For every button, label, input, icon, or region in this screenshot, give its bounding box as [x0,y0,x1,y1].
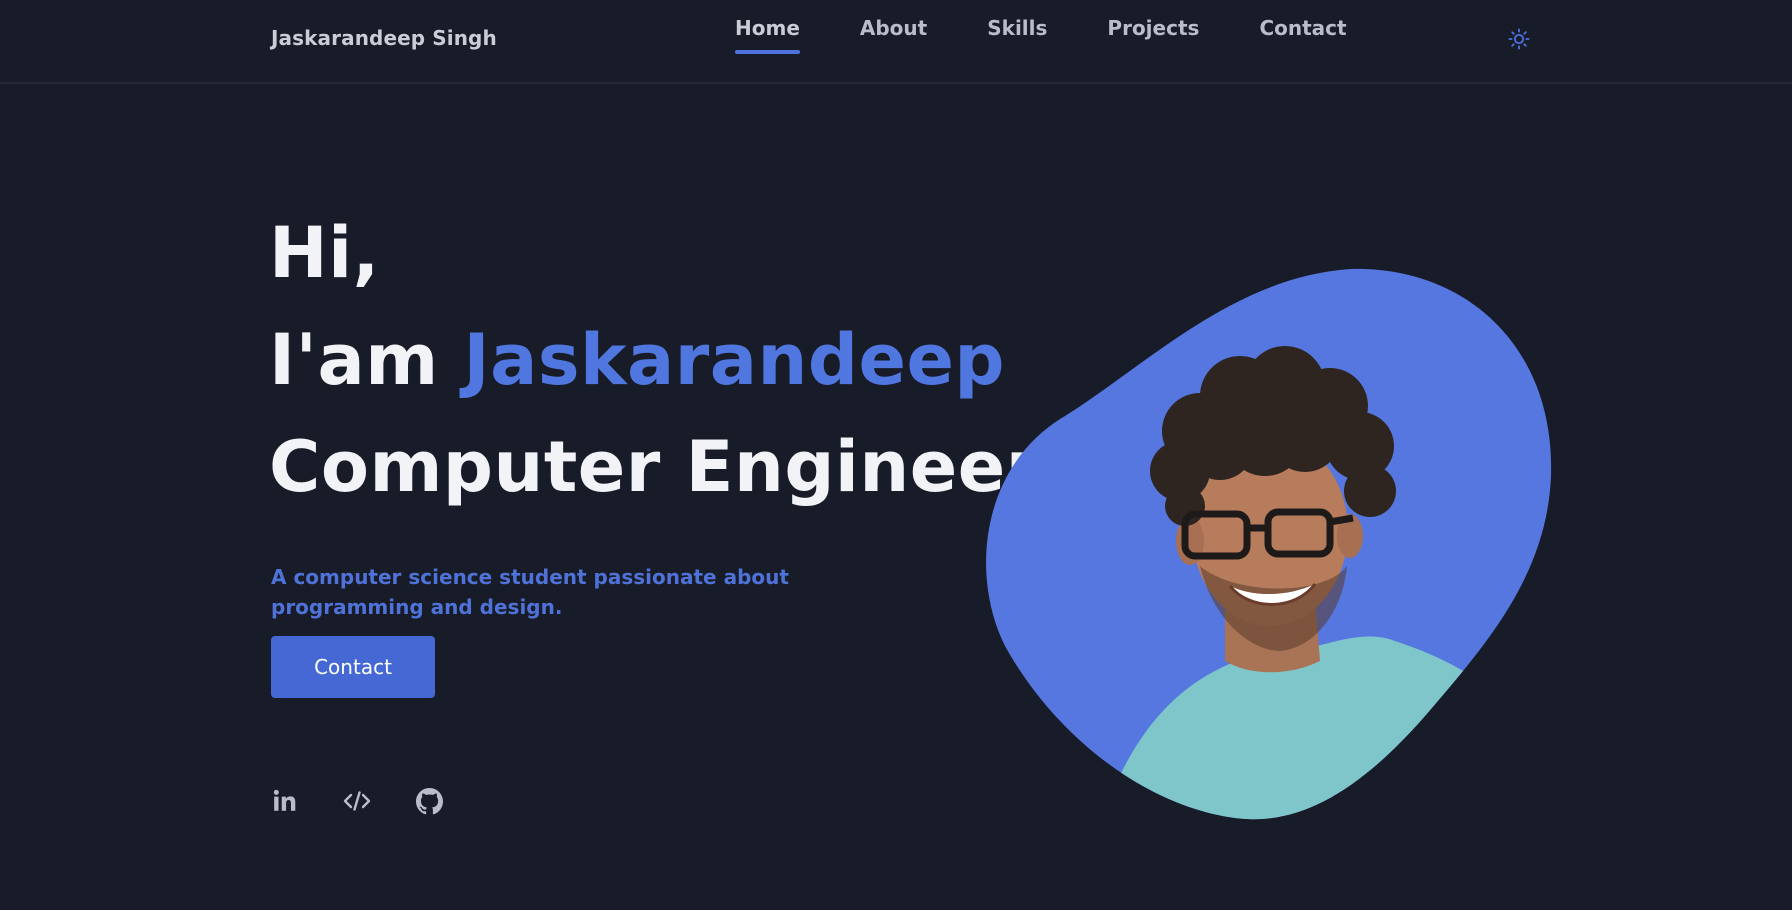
site-header: Jaskarandeep Singh Home About Skills Pro… [0,0,1792,84]
main-nav: Home About Skills Projects Contact [735,16,1407,54]
profile-image [986,268,1552,820]
hero-role: Computer Engineer [269,426,1041,508]
hero-greeting: Hi, [269,212,380,294]
social-links [271,786,443,816]
nav-item-skills[interactable]: Skills [987,16,1047,54]
brand-name[interactable]: Jaskarandeep Singh [271,26,497,50]
nav-item-contact[interactable]: Contact [1259,16,1346,54]
nav-item-about[interactable]: About [860,16,927,54]
theme-toggle-button[interactable] [1506,26,1532,52]
linkedin-icon [273,789,296,811]
github-link[interactable] [415,786,443,816]
code-icon [343,791,371,811]
hero-title: Hi, I'am Jaskarandeep Computer Engineer [269,200,1041,521]
nav-item-projects[interactable]: Projects [1107,16,1199,54]
nav-item-home[interactable]: Home [735,16,800,54]
code-link[interactable] [343,786,371,816]
contact-button[interactable]: Contact [271,636,435,698]
github-icon [415,787,443,814]
hero-intro-prefix: I'am [269,319,464,401]
hero-name: Jaskarandeep [463,319,1006,401]
linkedin-link[interactable] [271,786,299,816]
hero-description: A computer science student passionate ab… [271,565,789,619]
sun-icon [1508,28,1530,50]
